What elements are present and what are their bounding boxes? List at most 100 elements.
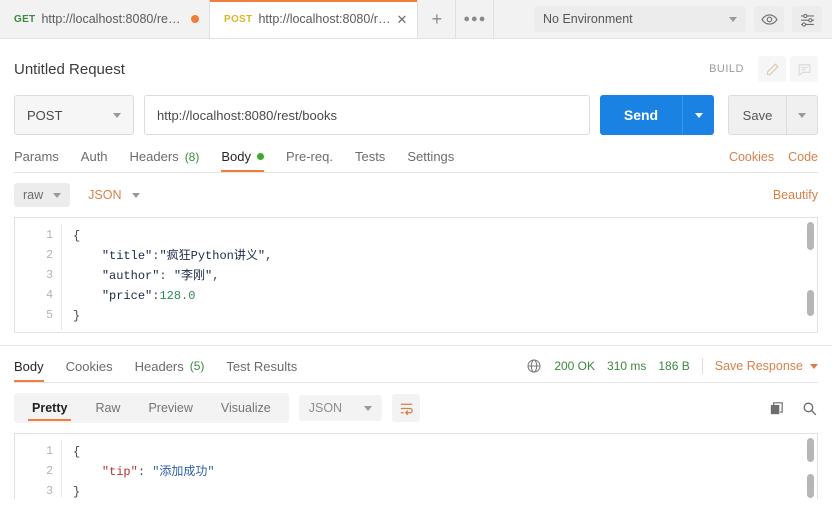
edit-request-button[interactable] [758, 56, 786, 82]
http-method-selector[interactable]: POST [14, 95, 134, 135]
word-wrap-icon [400, 403, 413, 415]
tab-method-label: GET [14, 13, 36, 25]
code-token: "author" [101, 269, 160, 283]
view-raw[interactable]: Raw [83, 397, 132, 419]
response-tab-cookies[interactable]: Cookies [66, 359, 113, 382]
response-tab-test-results[interactable]: Test Results [226, 359, 297, 382]
line-number: 2 [46, 465, 53, 478]
environment-selector[interactable]: No Environment [534, 6, 746, 32]
code-token: "price" [101, 289, 153, 303]
response-view-toggle: Pretty Raw Preview Visualize [14, 393, 289, 423]
request-editor-scrollbar[interactable] [807, 222, 814, 250]
response-code-lines: { "tip": "添加成功"} [61, 434, 817, 499]
cookies-link[interactable]: Cookies [729, 150, 774, 164]
tab-label: Headers [129, 149, 179, 164]
line-number: 1 [46, 445, 53, 458]
request-editor-scrollbar-thumb[interactable] [807, 290, 814, 316]
tab-settings[interactable]: Settings [407, 149, 454, 172]
send-group: Send [600, 95, 714, 135]
code-token: , [212, 269, 220, 283]
line-number: 3 [46, 269, 53, 282]
code-token: } [73, 485, 81, 499]
tab-more-options-button[interactable]: ●●● [456, 0, 495, 38]
code-link[interactable]: Code [788, 150, 818, 164]
response-viewer-scrollbar[interactable] [807, 438, 814, 462]
code-token: "title" [101, 249, 153, 263]
request-tab-post[interactable]: POST http://localhost:8080/r… ✕ [210, 0, 419, 38]
response-meta: 200 OK 310 ms 186 B Save Response [526, 358, 818, 382]
tab-label: Body [221, 149, 251, 164]
body-mode-selector[interactable]: raw [14, 183, 71, 207]
tab-label: Headers [134, 358, 184, 374]
tab-body[interactable]: Body [221, 149, 264, 172]
view-pretty[interactable]: Pretty [20, 397, 79, 421]
code-token: } [73, 309, 81, 323]
new-tab-button[interactable]: + [418, 0, 457, 38]
url-bar: POST http://localhost:8080/rest/books Se… [0, 85, 832, 135]
environment-controls: No Environment [534, 0, 832, 38]
tab-headers[interactable]: Headers (8) [130, 149, 200, 172]
save-response-label: Save Response [714, 359, 803, 373]
response-format-value: JSON [308, 401, 343, 415]
url-input[interactable]: http://localhost:8080/rest/books [144, 95, 590, 135]
chevron-down-icon [729, 16, 737, 22]
code-line: { [73, 442, 817, 462]
request-section-tabs: Params Auth Headers (8) Body Pre-req. Te… [0, 135, 832, 172]
body-format-selector[interactable]: JSON [88, 188, 140, 202]
save-response-button[interactable]: Save Response [715, 359, 818, 373]
tab-label: Params [14, 149, 59, 164]
request-title-row: Untitled Request BUILD [0, 39, 832, 85]
code-line: } [73, 482, 817, 499]
save-button[interactable]: Save [728, 95, 786, 135]
url-value: http://localhost:8080/rest/books [157, 107, 337, 123]
request-links: Cookies Code [729, 150, 818, 172]
copy-icon[interactable] [768, 400, 785, 417]
response-format-selector[interactable]: JSON [298, 395, 383, 421]
response-line-numbers: 1 2 3 [15, 434, 61, 499]
chevron-down-icon [113, 112, 121, 118]
code-token: "疯狂Python讲义" [159, 249, 266, 263]
send-button[interactable]: Send [600, 95, 682, 135]
body-mode-value: raw [23, 188, 44, 202]
code-token: 128.0 [159, 289, 196, 303]
chevron-down-icon [798, 112, 806, 118]
globe-icon[interactable] [526, 358, 542, 374]
response-tab-body[interactable]: Body [14, 359, 44, 382]
view-preview[interactable]: Preview [136, 397, 204, 419]
tab-params[interactable]: Params [14, 149, 59, 172]
line-number: 1 [46, 229, 53, 242]
tab-pre-request[interactable]: Pre-req. [286, 149, 333, 172]
response-viewer-scrollbar-thumb[interactable] [807, 474, 814, 498]
tab-tests[interactable]: Tests [355, 149, 385, 172]
search-icon[interactable] [801, 400, 818, 417]
beautify-link[interactable]: Beautify [773, 188, 818, 202]
request-tab-get[interactable]: GET http://localhost:8080/res… [0, 0, 210, 38]
comment-icon [798, 63, 810, 76]
line-number: 4 [46, 289, 53, 302]
save-options-button[interactable] [786, 95, 818, 135]
build-label: BUILD [709, 63, 744, 75]
chevron-down-icon [53, 192, 62, 198]
environment-value: No Environment [543, 12, 633, 26]
body-type-row: raw JSON Beautify [0, 173, 832, 207]
response-tab-headers[interactable]: Headers (5) [135, 359, 205, 382]
word-wrap-button[interactable] [392, 394, 421, 422]
comments-button[interactable] [790, 56, 818, 82]
code-token: : [159, 269, 174, 283]
response-body-viewer[interactable]: 1 2 3 { "tip": "添加成功"} [14, 433, 818, 499]
tab-method-label: POST [224, 13, 253, 25]
view-visualize[interactable]: Visualize [209, 397, 283, 419]
response-size: 186 B [658, 359, 690, 373]
tab-auth[interactable]: Auth [81, 149, 108, 172]
environment-settings-button[interactable] [792, 6, 822, 32]
close-icon[interactable]: ✕ [396, 13, 407, 26]
code-token: : [137, 465, 153, 479]
postman-window: GET http://localhost:8080/res… POST http… [0, 0, 832, 520]
environment-quick-look-button[interactable] [754, 6, 784, 32]
chevron-down-icon [810, 363, 818, 369]
request-body-editor[interactable]: 12345 { "title":"疯狂Python讲义", "author": … [14, 217, 818, 333]
send-options-button[interactable] [682, 95, 714, 135]
divider [701, 358, 703, 374]
chevron-down-icon [131, 192, 140, 198]
